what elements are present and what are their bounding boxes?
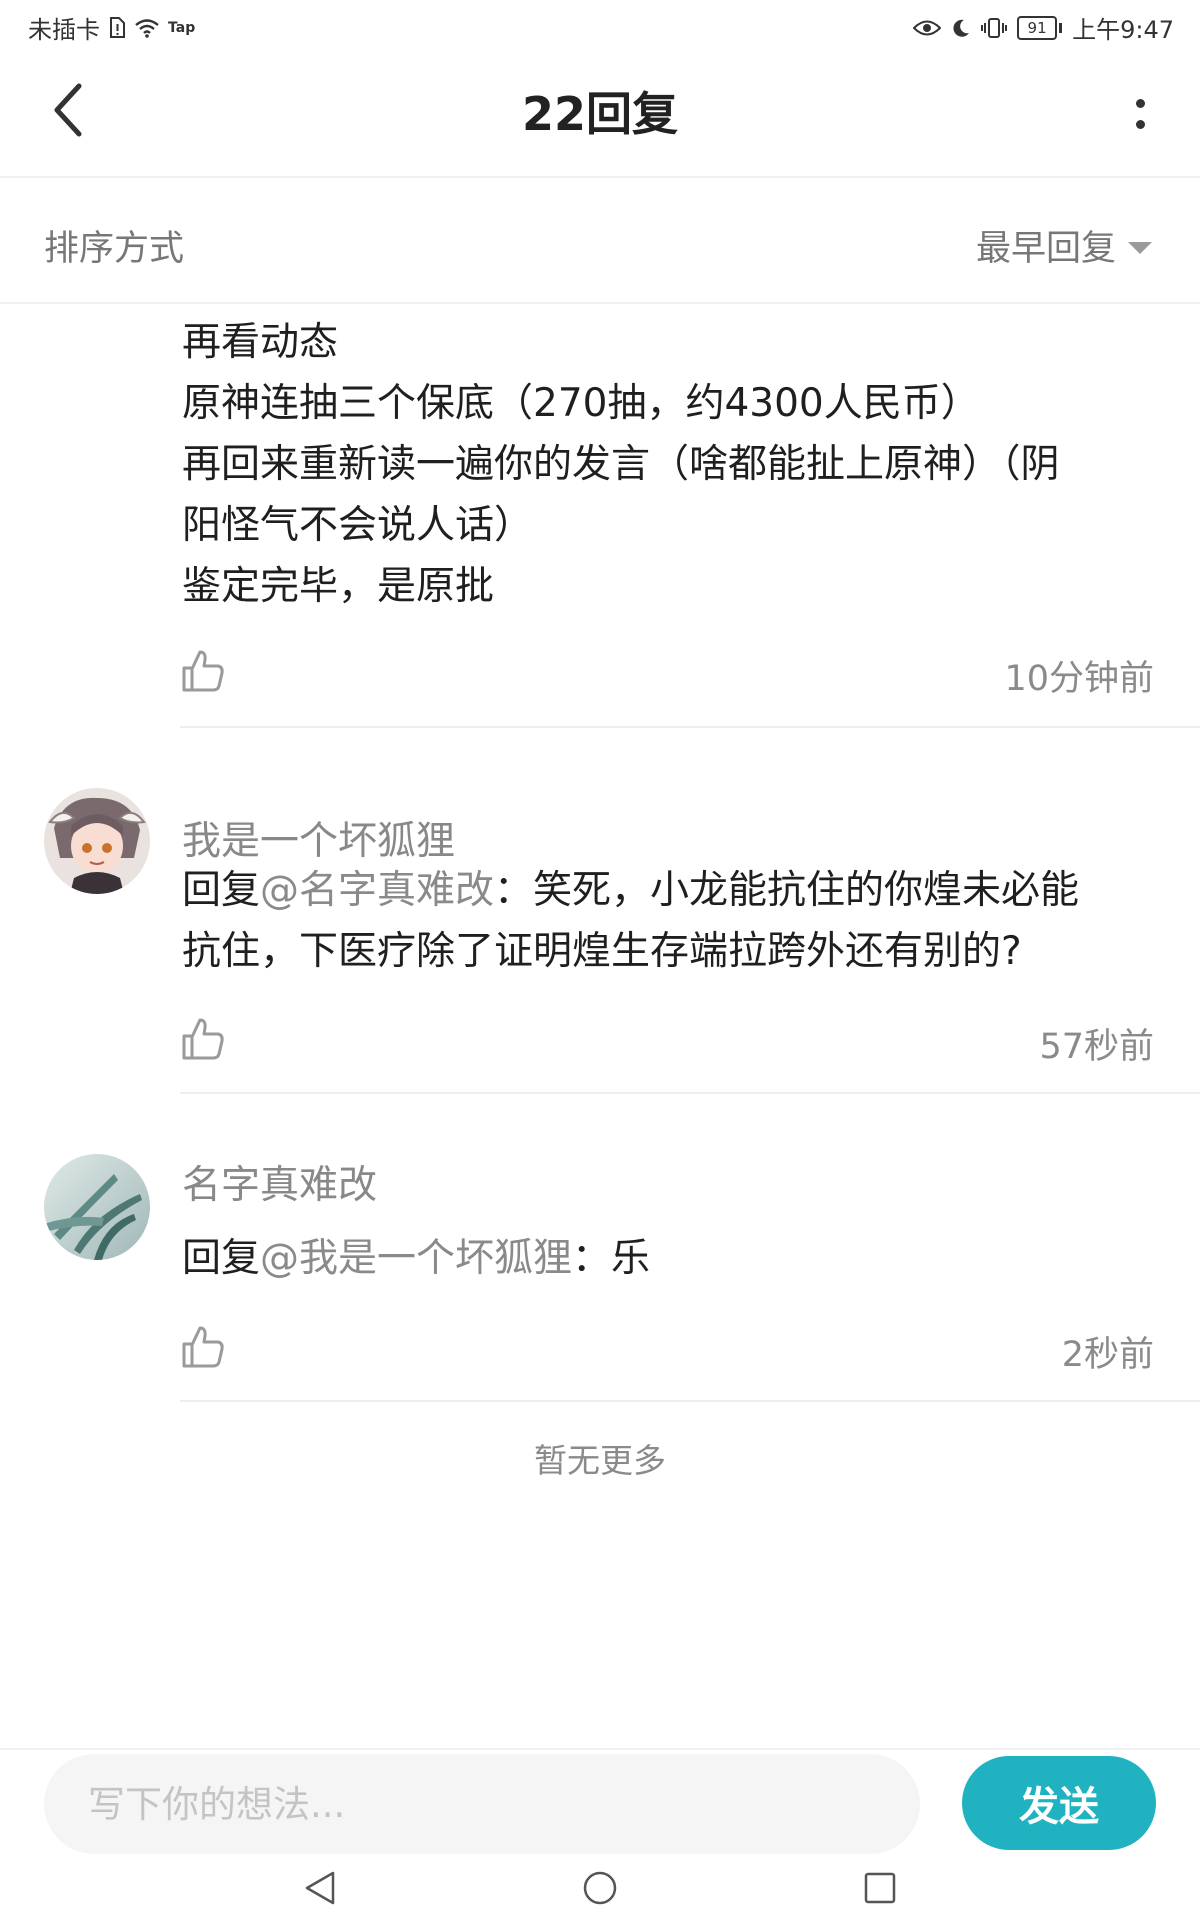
comment-text: 回复@名字真难改：笑死，小龙能抗住的你煌未必能 抗住，下医疗除了证明煌生存端拉跨… (182, 860, 1152, 982)
square-recent-icon (864, 1872, 896, 1904)
triangle-back-icon (305, 1871, 335, 1905)
comment-text-line: 再看动态 (182, 320, 339, 365)
avatar-image (44, 1154, 150, 1260)
sort-bar: 排序方式 最早回复 (0, 176, 1200, 304)
tap-app-indicator: Tap (168, 19, 196, 36)
comment-text: 再看动态 原神连抽三个保底（270抽，约4300人民币） 再回来重新读一遍你的发… (182, 312, 1152, 617)
eye-icon (913, 20, 942, 35)
page-title: 22回复 (521, 87, 678, 141)
comment-text-line: 抗住，下医疗除了证明煌生存端拉跨外还有别的? (182, 929, 1022, 974)
nav-recent-button[interactable] (856, 1864, 904, 1912)
moon-icon (953, 19, 970, 37)
comment-text-line: 阳怪气不会说人话） (182, 503, 534, 548)
vibrate-icon (981, 17, 1008, 38)
comment-body: ：笑死，小龙能抗住的你煌未必能 (494, 868, 1080, 913)
send-button[interactable]: 发送 (962, 1756, 1156, 1850)
clock-text: 上午9:47 (1072, 16, 1174, 44)
comment-item: 名字真难改 回复@我是一个坏狐狸：乐 2秒前 (0, 1094, 1200, 1402)
nav-home-button[interactable] (576, 1864, 624, 1912)
like-button[interactable] (180, 1016, 226, 1062)
battery-tip (1059, 22, 1063, 33)
like-button[interactable] (180, 1324, 226, 1370)
thumbs-up-icon (182, 1326, 224, 1368)
circle-home-icon (583, 1871, 617, 1905)
carrier-text: 未插卡 (28, 16, 100, 44)
comment-text-line: 再回来重新读一遍你的发言（啥都能扯上原神）（阴 (182, 442, 1060, 487)
comment-input[interactable] (44, 1754, 920, 1854)
comment-text: 回复@我是一个坏狐狸：乐 (182, 1228, 1152, 1289)
thumbs-up-icon (182, 650, 224, 692)
comment-body: ：乐 (572, 1236, 651, 1281)
mention-link[interactable]: @我是一个坏狐狸 (260, 1236, 572, 1281)
comment-text-line: 鉴定完毕，是原批 (182, 564, 495, 609)
avatar[interactable] (44, 788, 150, 894)
reply-prefix: 回复 (182, 1236, 261, 1281)
caret-down-icon (1128, 241, 1152, 254)
battery-indicator: 91 (1017, 15, 1058, 40)
more-options-button[interactable] (1120, 86, 1160, 142)
status-bar: 未插卡 Tap 91 上午9:47 (0, 0, 1200, 48)
nav-back-button[interactable] (296, 1864, 344, 1912)
top-app-bar: 22回复 (0, 48, 1200, 178)
system-nav-bar (0, 1856, 1200, 1920)
more-vertical-icon-dot-2 (1135, 120, 1145, 129)
comment-username[interactable]: 名字真难改 (182, 1154, 377, 1210)
comment-username[interactable]: 我是一个坏狐狸 (182, 810, 455, 866)
comment-time: 57秒前 (1039, 1027, 1154, 1067)
no-more-label: 暂无更多 (534, 1441, 666, 1480)
comment-text-line: 原神连抽三个保底（270抽，约4300人民币） (182, 381, 980, 426)
status-left: 未插卡 Tap (28, 10, 195, 45)
avatar-image (44, 788, 150, 894)
sort-selected-value: 最早回复 (975, 229, 1116, 269)
like-button[interactable] (180, 648, 226, 694)
comment-input-bar: 发送 (0, 1748, 1200, 1856)
avatar[interactable] (44, 1154, 150, 1260)
sort-order-dropdown[interactable]: 最早回复 (976, 220, 1152, 271)
comment-text-line: 回复@我是一个坏狐狸：乐 (182, 1228, 1152, 1289)
comment-item: 再看动态 原神连抽三个保底（270抽，约4300人民币） 再回来重新读一遍你的发… (0, 302, 1200, 728)
mention-link[interactable]: @名字真难改 (260, 868, 494, 913)
reply-prefix: 回复 (182, 868, 261, 913)
comment-time: 2秒前 (1061, 1335, 1154, 1375)
sim-alert-icon (110, 16, 125, 38)
status-right: 91 上午9:47 (913, 10, 1174, 45)
thumbs-up-icon (182, 1018, 224, 1060)
comment-divider (180, 1400, 1200, 1402)
comment-text-line: 回复@名字真难改：笑死，小龙能抗住的你煌未必能 (182, 860, 1152, 921)
sort-label: 排序方式 (44, 229, 185, 269)
wifi-icon (135, 18, 159, 38)
more-vertical-icon-dot-1 (1135, 99, 1145, 108)
comment-time: 10分钟前 (1004, 659, 1154, 699)
comment-item: 我是一个坏狐狸 回复@名字真难改：笑死，小龙能抗住的你煌未必能 抗住，下医疗除了… (0, 728, 1200, 1094)
